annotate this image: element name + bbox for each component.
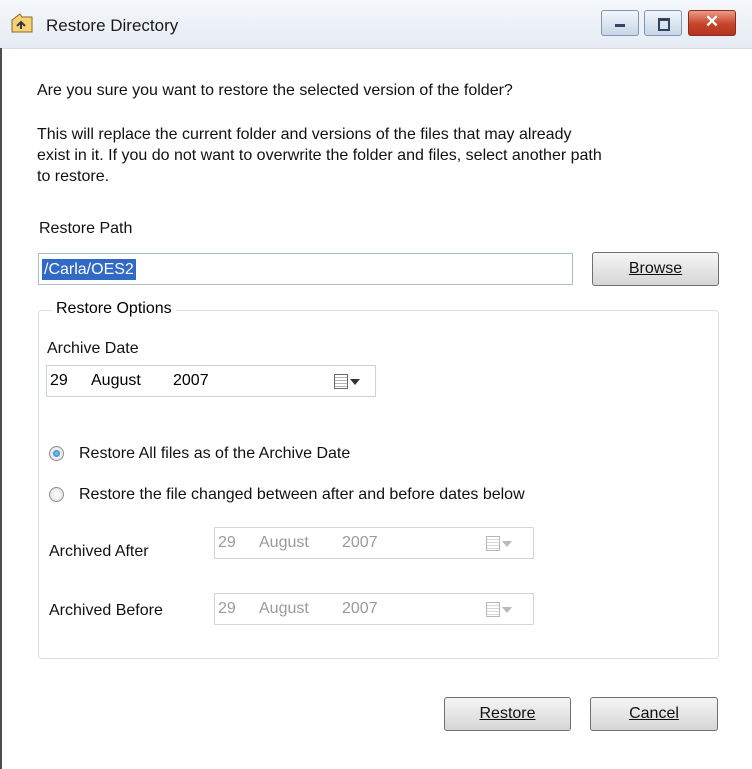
archive-date-month: August [91, 372, 141, 389]
archived-before-picker[interactable]: 29 August 2007 [214, 593, 534, 625]
restore-all-label[interactable]: Restore All files as of the Archive Date [79, 443, 350, 464]
archive-date-year: 2007 [173, 372, 209, 389]
window-border [0, 48, 2, 769]
restore-path-value: /Carla/OES2 [42, 259, 136, 280]
archived-before-day: 29 [218, 600, 236, 617]
restore-button[interactable]: Restore [444, 697, 571, 731]
archived-before-month: August [259, 600, 309, 617]
dropdown-arrow-icon[interactable] [502, 541, 512, 547]
calendar-icon[interactable] [486, 536, 500, 551]
archived-after-picker[interactable]: 29 August 2007 [214, 527, 534, 559]
archived-before-year: 2007 [342, 600, 378, 617]
close-icon: ✕ [704, 12, 720, 31]
close-button[interactable]: ✕ [688, 10, 736, 36]
archive-date-label: Archive Date [47, 340, 139, 357]
restore-path-input[interactable]: /Carla/OES2 [38, 253, 573, 285]
archived-after-day: 29 [218, 534, 236, 551]
restore-directory-dialog: Restore Directory ✕ Are you sure you wan… [0, 0, 752, 769]
cancel-button[interactable]: Cancel [590, 697, 718, 731]
warning-line-1: This will replace the current folder and… [37, 126, 572, 143]
archive-date-day: 29 [50, 372, 68, 389]
folder-restore-icon [11, 13, 33, 33]
restore-changed-label[interactable]: Restore the file changed between after a… [79, 484, 525, 505]
warning-paragraph: This will replace the current folder and… [37, 124, 727, 187]
restore-changed-radio[interactable] [49, 487, 64, 502]
calendar-icon[interactable] [486, 602, 500, 617]
restore-options-title: Restore Options [52, 300, 176, 318]
maximize-button[interactable] [644, 10, 682, 36]
archive-date-picker[interactable]: 29 August 2007 [46, 365, 376, 397]
browse-button[interactable]: Browse [592, 252, 719, 286]
archived-after-label: Archived After [49, 543, 149, 560]
browse-label: Browse [628, 260, 683, 277]
cancel-label: Cancel [629, 705, 679, 722]
warning-line-3: to restore. [37, 168, 110, 185]
window-title: Restore Directory [46, 16, 179, 35]
archived-after-month: August [259, 534, 309, 551]
restore-all-radio[interactable] [49, 446, 64, 461]
confirmation-question: Are you sure you want to restore the sel… [37, 82, 513, 99]
calendar-icon[interactable] [334, 374, 348, 389]
archived-before-label: Archived Before [49, 602, 163, 619]
minimize-button[interactable] [601, 10, 639, 36]
dropdown-arrow-icon[interactable] [350, 379, 360, 385]
archived-after-year: 2007 [342, 534, 378, 551]
warning-line-2: exist in it. If you do not want to overw… [37, 147, 602, 164]
restore-label: Restore [479, 705, 536, 722]
title-bar[interactable]: Restore Directory ✕ [0, 0, 752, 49]
restore-path-label: Restore Path [39, 220, 133, 237]
dropdown-arrow-icon[interactable] [502, 607, 512, 613]
